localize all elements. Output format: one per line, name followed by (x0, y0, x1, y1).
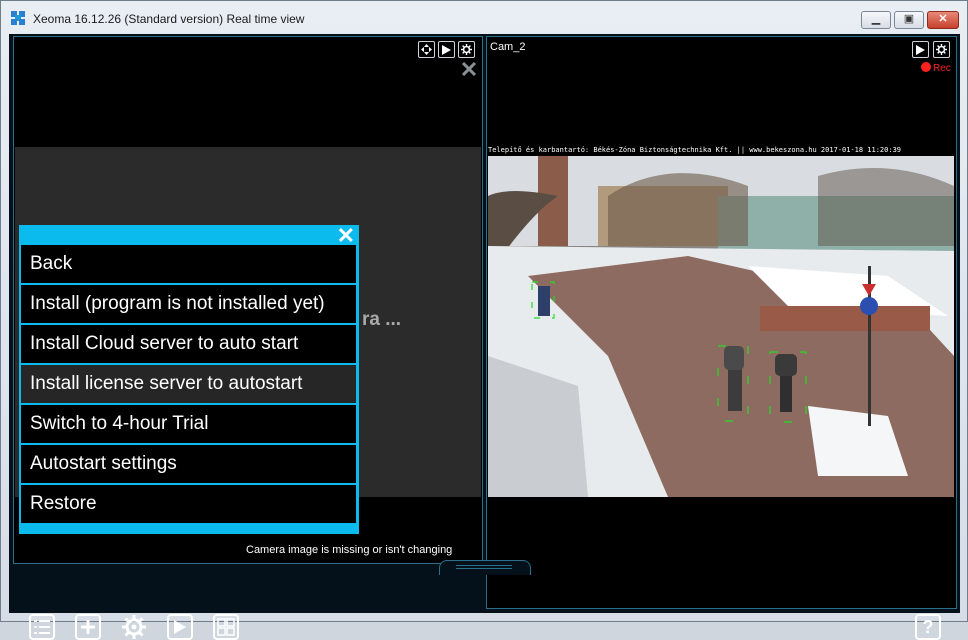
add-camera-button[interactable] (75, 614, 101, 640)
menu-item-install-cloud[interactable]: Install Cloud server to auto start (21, 325, 356, 363)
menu-item-install-license[interactable]: Install license server to autostart (21, 365, 356, 403)
grid-icon (217, 618, 235, 636)
app-window: Xeoma 16.12.26 (Standard version) Real t… (0, 0, 968, 640)
move-icon[interactable] (418, 41, 435, 58)
connecting-text: ra ... (362, 309, 402, 330)
plus-icon (81, 620, 95, 634)
settings-button[interactable] (121, 614, 147, 640)
xeoma-logo-icon (11, 11, 25, 25)
camera-list-button[interactable] (29, 614, 55, 640)
minimize-button[interactable]: ▁ (861, 11, 891, 29)
camera-name: Cam_2 (490, 41, 526, 53)
settings-icon[interactable] (458, 41, 475, 58)
remove-camera-icon[interactable] (462, 62, 476, 76)
install-menu: ✕ Back Install (program is not installed… (19, 225, 359, 534)
play-icon[interactable] (912, 41, 929, 58)
list-icon (34, 620, 50, 634)
status-message: Camera image is missing or isn't changin… (246, 544, 453, 556)
menu-item-back[interactable]: Back (21, 245, 356, 283)
menu-item-trial[interactable]: Switch to 4-hour Trial (21, 405, 356, 443)
play-icon (174, 620, 186, 634)
camera-panel-right[interactable]: Cam_2 Rec Telepítő és karbantartó: Békés… (486, 36, 957, 609)
window-title: Xeoma 16.12.26 (Standard version) Real t… (33, 12, 305, 26)
help-button[interactable]: ? (915, 614, 941, 640)
record-dot-icon (921, 62, 931, 72)
panel-tab-handle[interactable] (439, 560, 531, 575)
menu-item-install[interactable]: Install (program is not installed yet) (21, 285, 356, 323)
title-bar[interactable]: Xeoma 16.12.26 (Standard version) Real t… (1, 1, 967, 35)
menu-close-icon[interactable]: ✕ (337, 225, 355, 247)
play-icon[interactable] (438, 41, 455, 58)
camera-video-feed (488, 156, 954, 497)
archive-play-button[interactable] (167, 614, 193, 640)
close-button[interactable]: ✕ (927, 11, 959, 29)
menu-item-restore[interactable]: Restore (21, 485, 356, 523)
maximize-button[interactable]: ▣ (894, 11, 924, 29)
video-overlay-text: Telepítő és karbantartó: Békés-Zóna Bizt… (488, 146, 902, 154)
layout-button[interactable] (213, 614, 239, 640)
gear-icon (122, 615, 146, 639)
settings-icon[interactable] (933, 41, 950, 58)
rec-label: Rec (933, 63, 951, 74)
menu-item-autostart-settings[interactable]: Autostart settings (21, 445, 356, 483)
